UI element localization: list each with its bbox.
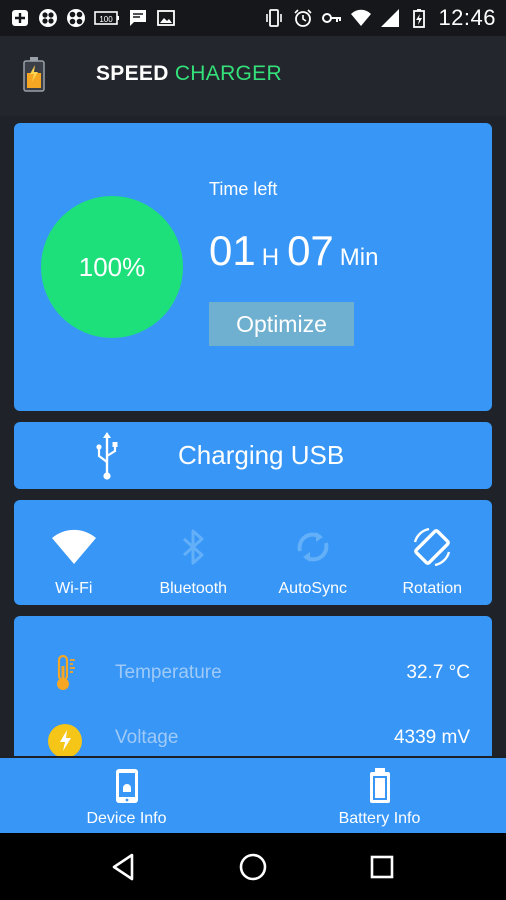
battery-details-card: Temperature 32.7 °C Voltage 4339 mV [14,616,492,756]
toggle-rotation[interactable]: Rotation [373,500,493,605]
battery-badge-text: 100 [99,15,113,24]
clover-icon [38,8,58,28]
battery-percent: 100% [78,251,146,282]
app-title-speed: SPEED [96,62,169,85]
key-icon [322,8,342,28]
battery-charging-icon [409,8,429,28]
hours-value: 01 [209,227,256,274]
info-value: 32.7 °C [406,662,470,683]
battery-status-card: 100% Time left 01 H 07 Min Optimize [14,123,492,411]
lightning-icon [48,719,82,756]
toggle-label: Wi-Fi [55,580,93,597]
bluetooth-icon [170,524,216,570]
sync-icon [290,524,336,570]
minutes-unit: Min [339,244,379,271]
rotation-icon [409,524,455,570]
info-value: 4339 mV [393,727,470,748]
nav-device-info[interactable]: Device Info [0,758,253,833]
minutes-value: 07 [287,227,334,274]
time-left-label: Time left [209,179,278,199]
fan-icon [66,8,86,28]
plus-box-icon [10,8,30,28]
app-title-charger: CHARGER [174,62,282,85]
time-left-value: 01 H 07 Min [209,227,380,275]
battery-percent-circle: 100% [41,196,183,338]
nav-battery-info[interactable]: Battery Info [253,758,506,833]
wifi-icon [51,524,97,570]
info-name: Temperature [115,662,222,683]
info-row-voltage: Voltage 4339 mV [14,711,492,756]
app-battery-icon [22,57,46,93]
optimize-button[interactable]: Optimize [209,302,354,346]
battery-icon [367,768,393,804]
alarm-icon [293,8,313,28]
wifi-status-icon [351,8,372,28]
app-bar: SPEED CHARGER [0,36,506,116]
toggle-wifi[interactable]: Wi-Fi [14,500,134,605]
recents-icon[interactable] [366,851,398,883]
thermometer-icon [48,654,82,692]
toggle-bluetooth[interactable]: Bluetooth [134,500,254,605]
info-row-temperature: Temperature 32.7 °C [14,646,492,696]
image-icon [156,8,176,28]
system-navigation-bar [0,833,506,900]
toggle-label: Bluetooth [159,580,228,597]
message-icon [128,8,148,28]
bottom-navigation: Device Info Battery Info [0,756,506,833]
charging-source-card[interactable]: Charging USB [14,422,492,489]
quick-toggles-card: Wi-Fi Bluetooth AutoSync Rotation [14,500,492,605]
toggle-autosync[interactable]: AutoSync [253,500,373,605]
usb-icon [94,432,120,480]
clock: 12:46 [438,5,496,30]
hours-unit: H [261,244,280,271]
home-icon[interactable] [237,851,269,883]
charging-label: Charging USB [178,440,345,470]
back-icon[interactable] [108,851,140,883]
nav-label: Device Info [86,810,167,827]
signal-icon [380,8,400,28]
toggle-label: AutoSync [278,580,347,597]
toggle-label: Rotation [402,580,463,597]
battery-100-icon: 100 [94,8,120,28]
phone-android-icon [114,768,140,804]
app-title: SPEED CHARGER [96,62,282,86]
nav-label: Battery Info [338,810,421,827]
vibrate-icon [264,8,284,28]
info-name: Voltage [115,727,179,748]
status-bar: 100 12:46 [0,0,506,36]
